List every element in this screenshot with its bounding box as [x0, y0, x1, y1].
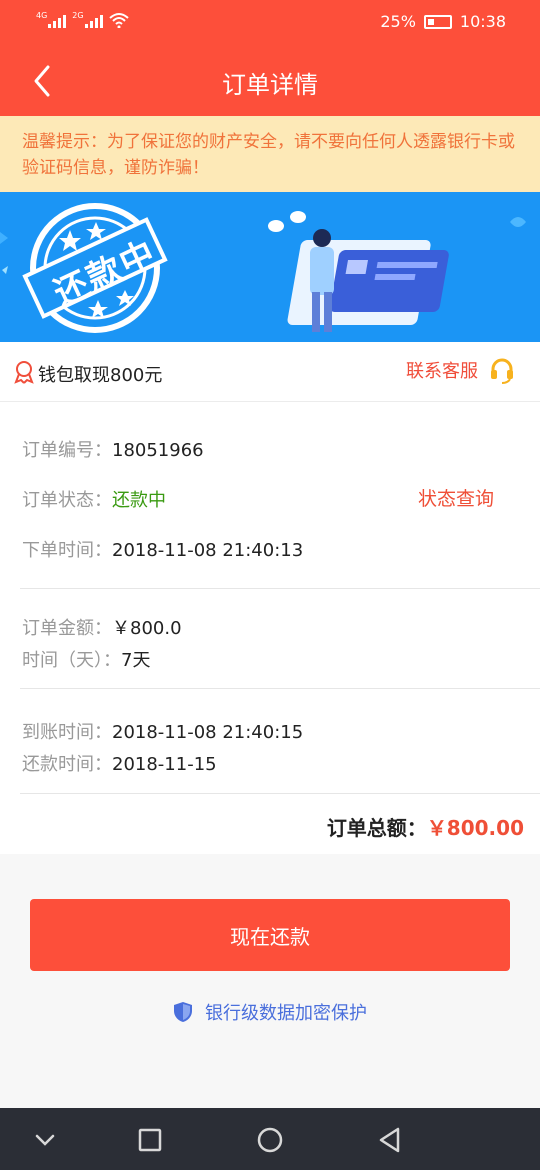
- order-number-label: 订单编号：: [22, 440, 112, 461]
- repay-now-button[interactable]: 现在还款: [30, 899, 510, 971]
- order-number: 18051966: [112, 440, 204, 461]
- security-line: 银行级数据加密保护: [0, 999, 540, 1025]
- contact-service-button[interactable]: 联系客服: [406, 356, 516, 384]
- repay-time-row: 还款时间：2018-11-15: [22, 750, 217, 776]
- order-total-amount: ￥800.00: [426, 816, 524, 840]
- status-banner: 还款中: [0, 192, 540, 342]
- order-status-row: 订单状态：还款中: [22, 486, 166, 512]
- wifi-icon: [108, 13, 129, 28]
- back-triangle-icon[interactable]: [372, 1122, 408, 1158]
- divider: [20, 588, 540, 589]
- recent-apps-icon[interactable]: [132, 1122, 168, 1158]
- created-time: 2018-11-08 21:40:13: [112, 540, 304, 561]
- security-text: 银行级数据加密保护: [205, 1003, 367, 1024]
- amount: ￥800.0: [112, 618, 182, 639]
- signal-4g-icon: 4G: [36, 12, 67, 28]
- page-title: 订单详情: [222, 71, 318, 99]
- product-name: 钱包取现800元: [38, 365, 163, 386]
- battery-percent: 25%: [380, 12, 416, 31]
- created-time-row: 下单时间：2018-11-08 21:40:13: [22, 536, 303, 562]
- arrival-time-row: 到账时间：2018-11-08 21:40:15: [22, 718, 303, 744]
- divider: [20, 688, 540, 689]
- order-number-row: 订单编号：18051966: [22, 436, 204, 462]
- status-query-link[interactable]: 状态查询: [418, 484, 494, 511]
- order-status-label: 订单状态：: [22, 490, 112, 511]
- home-icon[interactable]: [252, 1122, 288, 1158]
- signal-2g-icon: 2G: [72, 12, 103, 28]
- title-bar: 订单详情: [0, 45, 540, 116]
- product-row: 钱包取现800元 联系客服: [0, 342, 540, 402]
- divider: [20, 793, 540, 794]
- arrival-time-label: 到账时间：: [22, 722, 112, 743]
- clock: 10:38: [459, 12, 506, 31]
- security-notice: 温馨提示：为了保证您的财产安全，请不要向任何人透露银行卡或验证码信息，谨防诈骗！: [0, 116, 540, 192]
- system-nav-bar: [0, 1108, 540, 1170]
- amount-label: 订单金额：: [22, 618, 112, 639]
- ribbon-badge-icon: [14, 361, 34, 384]
- amount-row: 订单金额：￥800.0: [22, 614, 182, 640]
- headset-icon: [491, 358, 513, 384]
- chevron-down-icon[interactable]: [27, 1122, 63, 1158]
- arrival-time: 2018-11-08 21:40:15: [112, 722, 304, 743]
- order-status: 还款中: [112, 490, 166, 511]
- order-total: 订单总额：￥800.00: [327, 812, 524, 841]
- created-time-label: 下单时间：: [22, 540, 112, 561]
- repay-time-label: 还款时间：: [22, 754, 112, 775]
- duration: 7天: [121, 650, 151, 671]
- battery-icon: [423, 14, 452, 29]
- order-detail-card: 钱包取现800元 联系客服 订单编号：18051966 订单状态：还款中 状态查…: [0, 342, 540, 854]
- contact-service-label: 联系客服: [406, 361, 478, 382]
- repay-time: 2018-11-15: [112, 754, 217, 775]
- status-bar: 4G 2G 25% 10:38: [0, 0, 540, 45]
- duration-label: 时间（天）：: [22, 650, 121, 671]
- order-total-label: 订单总额：: [326, 816, 427, 840]
- shield-icon: [174, 1002, 192, 1022]
- duration-row: 时间（天）：7天: [22, 646, 150, 672]
